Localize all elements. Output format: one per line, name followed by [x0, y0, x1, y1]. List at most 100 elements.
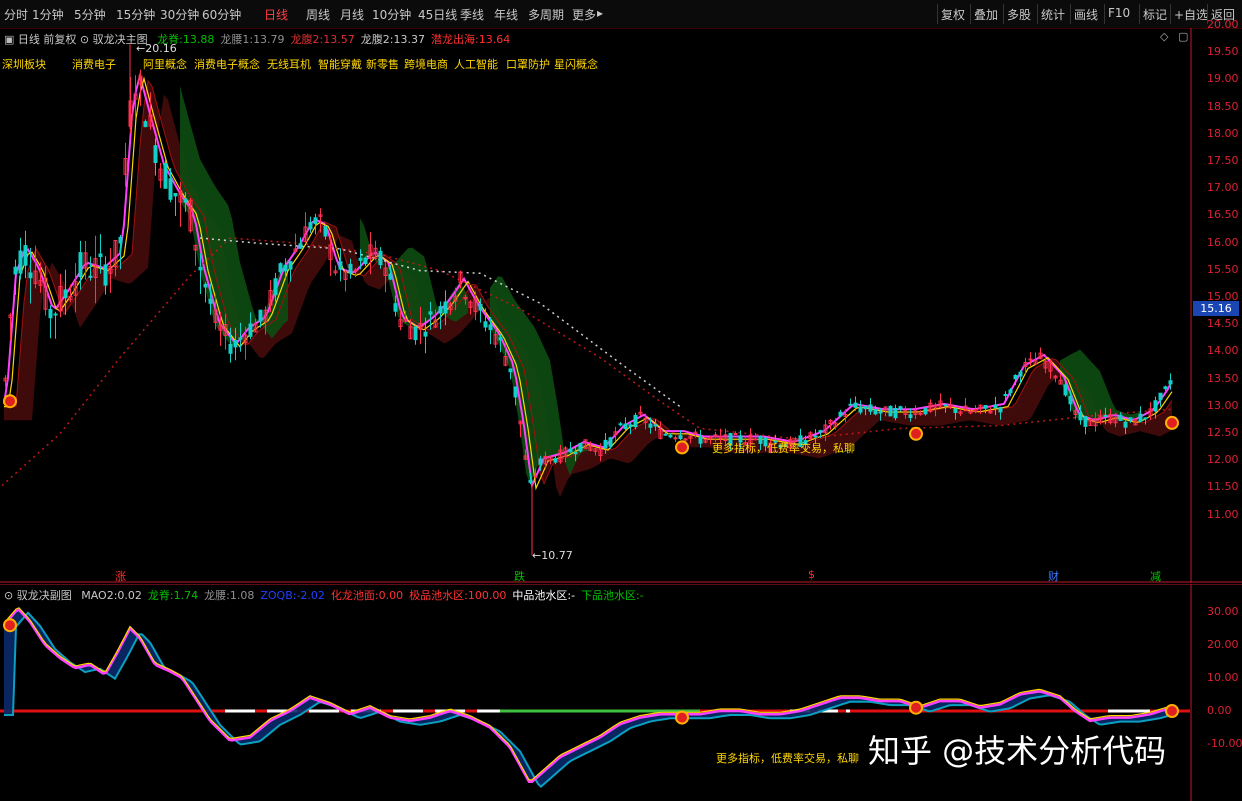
candle-body	[183, 198, 188, 203]
period-tab-8[interactable]: 月线	[340, 6, 364, 23]
period-tab-3[interactable]: 15分钟	[116, 6, 155, 23]
candle-body	[568, 448, 573, 453]
concept-tag[interactable]: 人工智能	[454, 56, 498, 72]
candle-body	[668, 435, 673, 438]
candle-body	[813, 435, 818, 438]
period-tab-11[interactable]: 季线	[460, 6, 484, 23]
toolbar-action-2[interactable]: 多股	[1007, 6, 1031, 23]
toolbar-divider	[1003, 4, 1004, 24]
period-tab-0[interactable]: 分时	[4, 6, 28, 23]
more-arrow-icon[interactable]: ▸	[597, 6, 603, 20]
candle-body	[313, 217, 318, 225]
current-price-badge: 15.16	[1193, 301, 1239, 316]
concept-tag[interactable]: 新零售	[366, 56, 399, 72]
concept-tag[interactable]: 消费电子	[72, 56, 116, 72]
toolbar-divider	[937, 4, 938, 24]
candle-body	[248, 323, 253, 337]
price-tick: 11.00	[1207, 507, 1239, 521]
candle-body	[163, 162, 168, 189]
event-marker[interactable]: 涨	[115, 568, 126, 584]
candle-body	[1013, 374, 1018, 380]
period-tab-12[interactable]: 年线	[494, 6, 518, 23]
param-value: 13.79	[253, 33, 285, 46]
sub-indicator-toggle-icon[interactable]: ⊙	[4, 589, 13, 602]
concept-tag[interactable]: 口罩防护	[506, 56, 550, 72]
candle-body	[103, 264, 108, 286]
price-tick: 19.50	[1207, 45, 1239, 59]
main-ad-text: 更多指标，低费率交易，私聊	[712, 442, 855, 455]
concept-tag[interactable]: 无线耳机	[267, 56, 311, 72]
main-header: ▣ 日线 前复权 ⊙ 驭龙决主图 龙脊:13.88 龙腰1:13.79 龙腹2:13…	[4, 31, 510, 47]
candle-body	[498, 337, 503, 341]
candle-body	[18, 250, 23, 274]
period-tab-4[interactable]: 30分钟	[160, 6, 199, 23]
period-tab-13[interactable]: 多周期	[528, 6, 564, 23]
candle-body	[818, 430, 823, 433]
param-label: 潜龙出海:	[431, 33, 479, 46]
candle-body	[508, 368, 513, 373]
sub-indicator-name[interactable]: 驭龙决副图	[17, 589, 72, 602]
candle-body	[443, 301, 448, 314]
param-value: 13.37	[393, 33, 426, 46]
indicator-toggle-icon[interactable]: ⊙	[80, 33, 89, 46]
buy-signal-icon	[1165, 415, 1179, 430]
concept-tag[interactable]: 智能穿戴	[318, 56, 362, 72]
period-tab-5[interactable]: 60分钟	[202, 6, 241, 23]
candle-body	[618, 423, 623, 426]
event-marker[interactable]: 减	[1150, 568, 1161, 584]
price-tick: 17.50	[1207, 154, 1239, 167]
param-label: 下品池水区:	[581, 589, 640, 602]
period-tab-1[interactable]: 1分钟	[32, 6, 64, 23]
candle-body	[428, 311, 433, 315]
candle-body	[948, 405, 953, 408]
candle-body	[203, 283, 208, 288]
candle-body	[838, 411, 843, 417]
candle-body	[573, 451, 578, 455]
period-tab-7[interactable]: 周线	[306, 6, 330, 23]
concept-tag[interactable]: 阿里概念	[143, 56, 187, 72]
candle-body	[733, 433, 738, 435]
param-value: -	[571, 589, 576, 602]
toolbar-action-6[interactable]: 标记	[1143, 6, 1167, 23]
candle-body	[678, 435, 683, 440]
period-label: 日线 前复权	[17, 33, 77, 46]
candle-body	[78, 252, 83, 278]
toolbar-action-5[interactable]: F10	[1108, 6, 1130, 20]
concept-tag[interactable]: 消费电子概念	[194, 56, 260, 72]
candle-body	[288, 261, 293, 270]
candle-body	[918, 412, 923, 415]
period-tab-9[interactable]: 10分钟	[372, 6, 411, 23]
toolbar-action-7[interactable]: +自选	[1174, 6, 1208, 23]
event-marker[interactable]: 跌	[514, 568, 525, 584]
period-tab-14[interactable]: 更多	[572, 6, 596, 23]
toolbar-action-3[interactable]: 统计	[1041, 6, 1065, 23]
buy-signal-icon	[1165, 704, 1179, 718]
candle-body	[848, 403, 853, 406]
price-tick: 16.50	[1207, 208, 1239, 222]
event-marker[interactable]: $	[808, 568, 815, 581]
price-tick: 11.50	[1207, 480, 1239, 494]
period-tab-10[interactable]: 45日线	[418, 6, 457, 23]
chart-menu-icon[interactable]: ▣	[4, 33, 14, 46]
sub-header: ⊙ 驭龙决副图 MAO2:0.02 龙脊:1.74 龙腰:1.08 ZOQB:-2.0…	[4, 587, 644, 603]
main-indicator-params: 龙脊:13.88 龙腰1:13.79 龙腹2:13.57 龙腹2:13.37 潜龙出海:…	[151, 33, 510, 46]
toolbar-action-0[interactable]: 复权	[941, 6, 965, 23]
main-kline-chart[interactable]	[0, 28, 1242, 583]
candle-body	[143, 121, 148, 128]
param-value: 1.74	[173, 589, 199, 602]
toolbar-action-4[interactable]: 画线	[1074, 6, 1098, 23]
toolbar-action-1[interactable]: 叠加	[974, 6, 998, 23]
price-tick: 12.00	[1207, 453, 1239, 467]
period-tab-6[interactable]: 日线	[264, 6, 288, 23]
collapse-icon[interactable]: ▢	[1178, 30, 1188, 43]
candle-body	[363, 257, 368, 265]
diamond-icon[interactable]: ◇	[1160, 30, 1168, 43]
period-tab-2[interactable]: 5分钟	[74, 6, 106, 23]
concept-tag[interactable]: 星闪概念	[554, 56, 598, 72]
value-tick: 30.00	[1207, 605, 1239, 618]
event-marker[interactable]: 财	[1048, 568, 1059, 584]
concept-tag[interactable]: 跨境电商	[404, 56, 448, 72]
param-value: 0.02	[117, 589, 142, 602]
concept-tag[interactable]: 深圳板块	[2, 56, 46, 72]
candle-body	[63, 289, 68, 299]
